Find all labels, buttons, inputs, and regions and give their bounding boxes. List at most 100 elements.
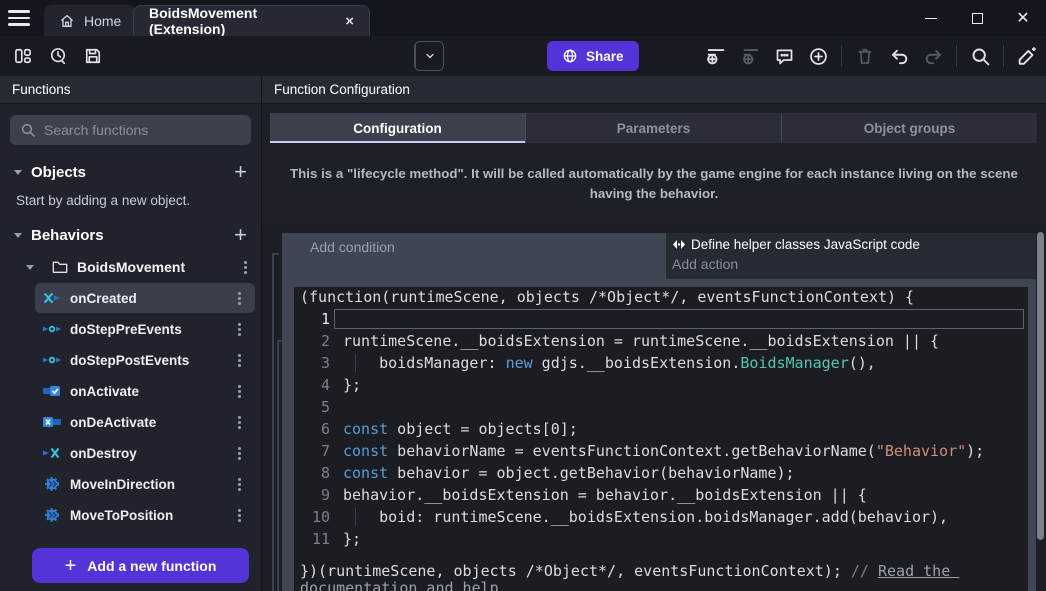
tab-close-icon[interactable]: × bbox=[345, 14, 354, 29]
oncreated-icon bbox=[43, 291, 61, 305]
delete-icon[interactable] bbox=[854, 45, 876, 67]
item-menu-icon[interactable] bbox=[238, 359, 241, 362]
add-action-button[interactable]: Add action bbox=[672, 256, 1036, 272]
window-controls: ✕ bbox=[908, 0, 1046, 36]
code-line: 10 boid: runtimeScene.__boidsExtension.b… bbox=[294, 506, 1028, 528]
item-menu-icon[interactable] bbox=[238, 452, 241, 455]
add-comment-icon[interactable] bbox=[773, 45, 795, 67]
add-object-button[interactable]: + bbox=[234, 162, 247, 182]
add-subevent-icon[interactable] bbox=[739, 45, 761, 67]
event-indent-rail bbox=[272, 253, 274, 591]
item-menu-icon[interactable] bbox=[238, 297, 241, 300]
objects-section-title: Objects bbox=[31, 164, 86, 181]
globe-icon bbox=[562, 48, 578, 64]
javascript-code-editor[interactable]: (function(runtimeScene, objects /*Object… bbox=[294, 287, 1028, 591]
vertical-scrollbar[interactable] bbox=[1037, 232, 1044, 540]
function-item-ondeactivate[interactable]: onDeActivate bbox=[35, 407, 255, 437]
current-line-highlight bbox=[334, 309, 1024, 329]
js-code-icon bbox=[672, 239, 686, 250]
code-line: })(runtimeScene, objects /*Object*/, eve… bbox=[294, 563, 1028, 591]
search-icon bbox=[20, 122, 36, 138]
add-new-function-button[interactable]: + Add a new function bbox=[32, 548, 249, 583]
item-menu-icon[interactable] bbox=[238, 390, 241, 393]
undo-icon[interactable] bbox=[888, 45, 910, 67]
item-menu-icon[interactable] bbox=[244, 266, 247, 269]
function-configuration-header: Function Configuration bbox=[262, 76, 1046, 104]
function-item-label: doStepPreEvents bbox=[70, 322, 182, 337]
hamburger-menu-icon[interactable] bbox=[8, 7, 34, 29]
function-item-onactivate[interactable]: onActivate bbox=[35, 376, 255, 406]
behaviors-section-title: Behaviors bbox=[31, 227, 104, 244]
redo-icon[interactable] bbox=[922, 45, 944, 67]
search-functions-input[interactable] bbox=[44, 122, 241, 138]
code-line: 11}; bbox=[294, 528, 1028, 550]
edit-extension-icon[interactable] bbox=[1016, 45, 1038, 67]
objects-empty-hint: Start by adding a new object. bbox=[0, 193, 261, 208]
code-line: 3 boidsManager: new gdjs.__boidsExtensio… bbox=[294, 352, 1028, 374]
home-icon bbox=[59, 13, 75, 29]
share-button[interactable]: Share bbox=[547, 41, 639, 71]
item-menu-icon[interactable] bbox=[238, 421, 241, 424]
deactivate-icon bbox=[43, 415, 61, 429]
function-item-label: doStepPostEvents bbox=[70, 353, 189, 368]
behaviors-section-header[interactable]: Behaviors + bbox=[0, 222, 261, 248]
code-line: 8const behavior = object.getBehavior(beh… bbox=[294, 462, 1028, 484]
toolbar-right-group bbox=[705, 36, 1038, 76]
tab-parameters[interactable]: Parameters bbox=[525, 113, 781, 143]
item-menu-icon[interactable] bbox=[238, 483, 241, 486]
add-circle-icon[interactable] bbox=[807, 45, 829, 67]
window-maximize-button[interactable] bbox=[954, 0, 1000, 36]
actions-column: Define helper classes JavaScript code Ad… bbox=[666, 233, 1036, 279]
share-label: Share bbox=[586, 49, 624, 64]
event-indent-rail bbox=[277, 340, 279, 591]
version-history-icon[interactable] bbox=[47, 45, 69, 67]
step-events-icon bbox=[43, 322, 61, 336]
code-line: 1 bbox=[294, 308, 1028, 330]
code-line: 9behavior.__boidsExtension = behavior.__… bbox=[294, 484, 1028, 506]
project-manager-icon[interactable] bbox=[12, 45, 34, 67]
js-code-event: Add condition Define helper classes Java… bbox=[282, 233, 1036, 591]
collapse-arrow-icon[interactable] bbox=[14, 233, 22, 238]
step-events-icon bbox=[43, 353, 61, 367]
function-item-moveindirection[interactable]: MoveInDirection bbox=[35, 469, 255, 499]
window-close-button[interactable]: ✕ bbox=[1000, 0, 1046, 36]
window-minimize-button[interactable] bbox=[908, 0, 954, 36]
search-icon[interactable] bbox=[969, 45, 991, 67]
function-item-ondestroy[interactable]: onDestroy bbox=[35, 438, 255, 468]
collapse-arrow-icon[interactable] bbox=[26, 265, 34, 270]
tab-object-groups[interactable]: Object groups bbox=[781, 113, 1037, 143]
preview-button[interactable]: Preview bbox=[414, 41, 444, 71]
functions-panel: Functions Objects + Start by adding a ne… bbox=[0, 76, 262, 591]
toolbar: Preview Share bbox=[0, 36, 1046, 76]
function-item-label: onDeActivate bbox=[70, 415, 156, 430]
tab-home-label: Home bbox=[84, 13, 121, 29]
function-item-movetoposition[interactable]: MoveToPosition bbox=[35, 500, 255, 530]
search-functions-box[interactable] bbox=[10, 115, 251, 145]
configuration-tabs: Configuration Parameters Object groups bbox=[270, 113, 1037, 143]
function-item-dostepprevents[interactable]: doStepPreEvents bbox=[35, 314, 255, 344]
folder-label: BoidsMovement bbox=[77, 259, 185, 275]
collapse-arrow-icon[interactable] bbox=[14, 170, 22, 175]
chevron-down-icon bbox=[424, 50, 436, 62]
add-condition-button[interactable]: Add condition bbox=[282, 233, 666, 279]
preview-dropdown-button[interactable] bbox=[415, 42, 443, 70]
objects-section-header[interactable]: Objects + bbox=[0, 159, 261, 185]
item-menu-icon[interactable] bbox=[238, 328, 241, 331]
tab-home[interactable]: Home bbox=[44, 5, 136, 36]
code-line: 6const object = objects[0]; bbox=[294, 418, 1028, 440]
code-line: (function(runtimeScene, objects /*Object… bbox=[294, 287, 1028, 308]
function-item-dosteppostevents[interactable]: doStepPostEvents bbox=[35, 345, 255, 375]
function-item-label: MoveInDirection bbox=[70, 477, 175, 492]
item-menu-icon[interactable] bbox=[238, 514, 241, 517]
toolbar-separator bbox=[956, 45, 957, 67]
tab-boidsmovement[interactable]: BoidsMovement (Extension) × bbox=[133, 5, 370, 36]
save-icon[interactable] bbox=[82, 45, 104, 67]
tab-configuration[interactable]: Configuration bbox=[270, 113, 525, 143]
js-event-title[interactable]: Define helper classes JavaScript code bbox=[672, 237, 1036, 252]
behavior-folder-boidsmovement[interactable]: BoidsMovement bbox=[0, 252, 261, 282]
app-window: Home BoidsMovement (Extension) × ✕ bbox=[0, 0, 1046, 591]
add-event-icon[interactable] bbox=[705, 45, 727, 67]
code-line: 7const behaviorName = eventsFunctionCont… bbox=[294, 440, 1028, 462]
function-item-oncreated[interactable]: onCreated bbox=[35, 283, 255, 313]
add-behavior-button[interactable]: + bbox=[234, 225, 247, 245]
